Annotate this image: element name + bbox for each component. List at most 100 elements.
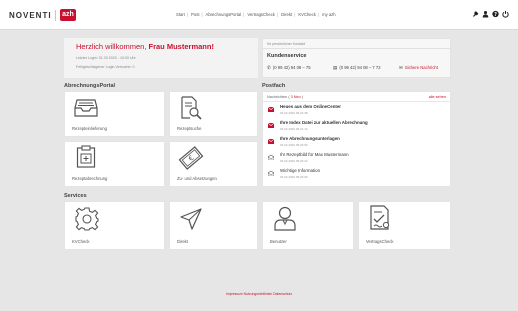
document-search-icon	[181, 96, 202, 120]
welcome-panel: Herzlich willkommen, Frau Mustermann! Le…	[64, 38, 258, 78]
message-subject: Ihre Abrechnungsunterlagen	[280, 136, 340, 141]
top-bar: NOVENTI azh Start | Post | AbrechnungsPort…	[0, 0, 518, 30]
money-bill-icon: €	[178, 146, 204, 170]
logo-divider	[55, 10, 56, 21]
nav-vertragscheck[interactable]: VertragsCheck	[247, 12, 274, 17]
tile-rezeptsuche[interactable]: Rezeptsuche	[169, 91, 258, 137]
welcome-user-name: Frau Mustermann!	[148, 42, 214, 51]
envelope-unread-icon	[268, 123, 274, 128]
nav-separator: |	[201, 12, 203, 17]
envelope-unread-icon	[268, 139, 274, 144]
last-login: Letzter Login: 01.03.2020 - 10:00 Uhr	[76, 56, 136, 60]
tile-rezeptabrechnung[interactable]: Rezeptabrechnung	[64, 141, 165, 187]
tile-rezepteinlieferung[interactable]: Rezepteinlieferung	[64, 91, 165, 137]
message-item[interactable]: Wichtige Information 03.02.2020 09:20:09	[268, 168, 448, 182]
tile-label: VertragsCheck	[366, 239, 394, 244]
power-icon[interactable]	[502, 10, 509, 18]
inbox-tray-icon	[74, 99, 98, 117]
welcome-heading: Herzlich willkommen, Frau Mustermann!	[76, 42, 214, 51]
tile-direkt[interactable]: Direkt	[169, 201, 258, 250]
footer-links[interactable]: Impressum Nutzungsrichtlinien Datenschut…	[0, 292, 518, 296]
message-date: 03.02.2020 09:20:09	[280, 175, 308, 179]
tile-label: KVCheck	[72, 239, 90, 244]
tile-label: Benutzer	[270, 239, 287, 244]
nav-direkt[interactable]: Direkt	[281, 12, 292, 17]
nav-separator: |	[317, 12, 319, 17]
top-icons: ?	[472, 10, 509, 18]
fax-number: (0 99 42) 94 08 – 7 72	[339, 65, 381, 70]
tile-kvcheck[interactable]: KVCheck	[64, 201, 165, 250]
message-subject: Heues aus dem OnlineCenter	[280, 104, 341, 109]
message-date: 03.02.2020 09:22:38	[280, 111, 308, 115]
message-item[interactable]: Ihre Index Datei zur aktuellen Abrechnun…	[268, 120, 448, 134]
gear-icon	[75, 207, 99, 231]
contact-panel: Ihr persönlicher Kontakt Kundenservice ✆…	[262, 38, 451, 78]
message-item[interactable]: Ihre Abrechnungsunterlagen 03.02.2020 09…	[268, 136, 448, 150]
tile-label: Zu- und Absetzungen	[177, 176, 217, 181]
contact-fax[interactable]: ▤ (0 99 42) 94 08 – 7 72	[333, 65, 381, 71]
envelope-icon: ✉	[399, 65, 403, 70]
tile-label: Rezeptabrechnung	[72, 176, 108, 181]
nav-separator: |	[243, 12, 245, 17]
fax-icon: ▤	[333, 65, 338, 70]
services-title: Services	[64, 193, 87, 199]
contact-header: Ihr persönlicher Kontakt	[267, 42, 305, 46]
nav-post[interactable]: Post	[191, 12, 199, 17]
secure-message-link[interactable]: ✉ Sichere Nachricht	[399, 65, 438, 71]
message-date: 03.02.2020 09:20:56	[280, 143, 308, 147]
message-subject: Ihre Index Datei zur aktuellen Abrechnun…	[280, 120, 368, 125]
secure-message-label: Sichere Nachricht	[404, 65, 438, 70]
divider	[263, 48, 450, 49]
nav-start[interactable]: Start	[176, 12, 185, 17]
divider	[263, 101, 450, 102]
wrench-icon[interactable]	[472, 10, 479, 18]
message-date: 03.02.2020 09:21:14	[280, 127, 308, 131]
postfach-title: Postfach	[262, 83, 286, 89]
messages-header: Nachrichten ( 3 Neu )	[267, 95, 303, 99]
messages-header-prefix: Nachrichten (	[267, 95, 291, 99]
contact-phone[interactable]: ✆ (0 99 42) 94 08 – 75	[267, 65, 311, 71]
nav-separator: |	[186, 12, 188, 17]
send-arrow-icon	[180, 208, 202, 230]
svg-text:€: €	[187, 154, 196, 163]
envelope-unread-icon	[268, 107, 274, 112]
postfach-panel: Nachrichten ( 3 Neu ) alle sehen Heues a…	[262, 91, 451, 187]
message-subject: Wichtige Information	[280, 168, 321, 173]
envelope-open-icon	[268, 171, 274, 176]
svg-text:?: ?	[494, 12, 497, 18]
nav-my-azh[interactable]: my azh	[322, 12, 336, 17]
message-item[interactable]: Ihr Rezeptbild für Max Mustermann 03.02.…	[268, 152, 448, 166]
phone-number: (0 99 42) 94 08 – 75	[272, 65, 311, 70]
abrechnungsportal-title: AbrechnungsPortal	[64, 83, 116, 89]
message-subject: Ihr Rezeptbild für Max Mustermann	[280, 152, 349, 157]
new-messages-count: 3 Neu	[290, 95, 301, 99]
nav-kvcheck[interactable]: KVCheck	[298, 12, 315, 17]
tile-zu-und-absetzungen[interactable]: € Zu- und Absetzungen	[169, 141, 258, 187]
tile-label: Rezepteinlieferung	[72, 126, 107, 131]
nav-abrechnungsportal[interactable]: AbrechnungsPortal	[206, 12, 242, 17]
azh-logo[interactable]: azh	[60, 9, 76, 21]
user-icon[interactable]	[482, 10, 489, 18]
see-all-link[interactable]: alle sehen	[429, 95, 446, 99]
message-date: 03.02.2020 09:20:22	[280, 159, 308, 163]
tile-label: Rezeptsuche	[177, 126, 202, 131]
noventi-logo[interactable]: NOVENTI	[9, 11, 52, 20]
messages-header-suffix: )	[300, 95, 304, 99]
top-navigation: Start | Post | AbrechnungsPortal | Vertrags…	[176, 12, 336, 17]
user-profile-icon	[274, 206, 296, 231]
tile-vertragscheck[interactable]: VertragsCheck	[358, 201, 451, 250]
failed-login-count: Fehlgeschlagener Login-Versuche: 0	[76, 65, 135, 69]
contact-title: Kundenservice	[267, 53, 307, 59]
nav-separator: |	[294, 12, 296, 17]
clipboard-icon	[76, 145, 96, 168]
contract-check-icon	[370, 205, 390, 230]
phone-icon: ✆	[267, 65, 271, 70]
tile-label: Direkt	[177, 239, 188, 244]
message-item[interactable]: Heues aus dem OnlineCenter 03.02.2020 09…	[268, 104, 448, 118]
brand-text: NOVENTI	[9, 11, 52, 20]
nav-separator: |	[276, 12, 278, 17]
welcome-greeting: Herzlich willkommen,	[76, 42, 149, 51]
tile-benutzer[interactable]: Benutzer	[262, 201, 354, 250]
envelope-open-icon	[268, 155, 274, 160]
help-icon[interactable]: ?	[492, 10, 499, 18]
